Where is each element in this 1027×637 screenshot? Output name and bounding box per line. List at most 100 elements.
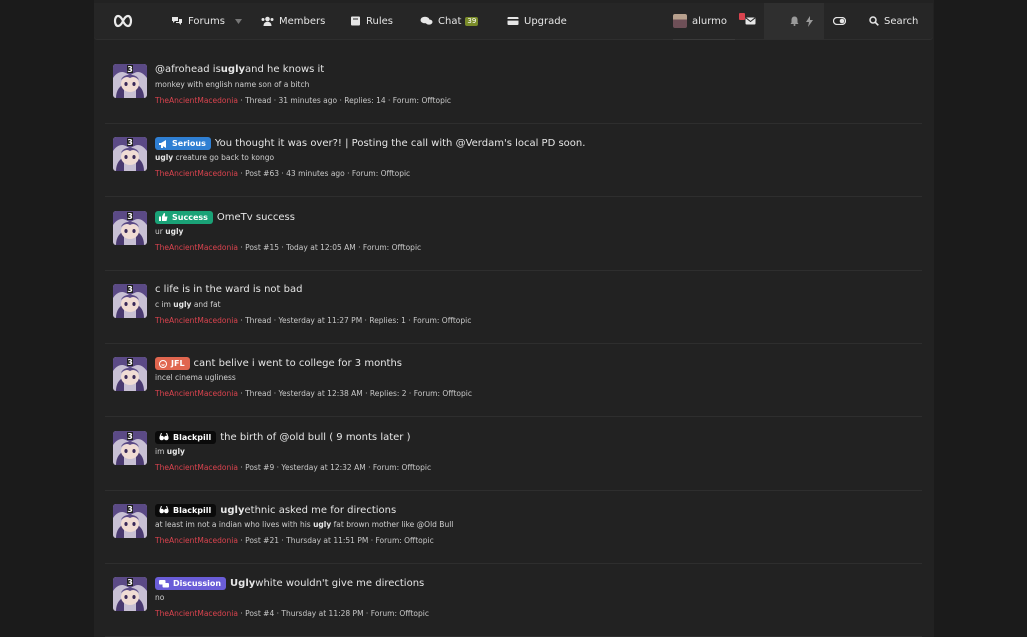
result-meta: TheAncientMacedonia · Post #21 · Thursda… <box>155 536 434 545</box>
author-link[interactable]: TheAncientMacedonia <box>155 243 238 252</box>
result-snippet: incel cinema ugliness <box>155 373 236 382</box>
nav-chat-label: Chat <box>438 15 462 27</box>
prefix-tag-discussion[interactable]: Discussion <box>155 577 227 591</box>
svg-text:3: 3 <box>127 212 133 221</box>
author-link[interactable]: TheAncientMacedonia <box>155 316 238 325</box>
author-avatar[interactable]: 3 <box>113 430 147 465</box>
result-title-link[interactable]: Serious You thought it was over?! | Post… <box>155 137 585 151</box>
author-avatar[interactable]: 3 <box>113 503 147 538</box>
search-result: 3 @afrohead is ugly and he knows it monk… <box>105 50 922 124</box>
thumbs-up-icon <box>159 213 168 222</box>
nav-upgrade[interactable]: Upgrade <box>507 3 567 39</box>
title-highlight: Ugly <box>230 578 256 590</box>
prefix-tag-label: JFL <box>171 359 185 369</box>
meta-details: · Thread · 31 minutes ago · Replies: 14 … <box>237 96 452 105</box>
anime-avatar-image: 3 <box>113 357 147 392</box>
author-link[interactable]: TheAncientMacedonia <box>155 169 238 178</box>
title-text: OmeTv success <box>216 211 295 223</box>
search-result: 3 Discussion Ugly white wouldn't give me… <box>105 563 922 637</box>
result-snippet: ur ugly <box>155 227 183 236</box>
result-title-link[interactable]: Discussion Ugly white wouldn't give me d… <box>155 577 425 591</box>
prefix-tag-blackpill[interactable]: Blackpill <box>155 430 217 444</box>
prefix-tag-serious[interactable]: Serious <box>155 137 211 151</box>
svg-text:3: 3 <box>127 358 133 367</box>
author-link[interactable]: TheAncientMacedonia <box>155 389 238 398</box>
result-snippet: monkey with english name son of a bitch <box>155 80 309 89</box>
result-snippet: no <box>155 593 164 602</box>
anime-avatar-image: 3 <box>113 430 147 465</box>
prefix-tag-success[interactable]: Success <box>155 210 213 224</box>
title-text: @afrohead is <box>155 64 221 75</box>
author-link[interactable]: TheAncientMacedonia <box>155 463 238 472</box>
snippet-highlight: ugly <box>166 446 185 456</box>
snippet-text: incel cinema ugliness <box>155 373 236 383</box>
prefix-tag-label: Serious <box>172 139 206 149</box>
meta-details: · Post #63 · 43 minutes ago · Forum: Off… <box>237 169 411 179</box>
title-text-rest: white wouldn't give me directions <box>255 578 425 590</box>
search-button[interactable]: Search <box>869 3 918 39</box>
author-link[interactable]: TheAncientMacedonia <box>155 536 238 545</box>
search-result: 3 JFL cant belive i went to college for … <box>105 343 922 418</box>
result-meta: TheAncientMacedonia · Post #63 · 43 minu… <box>155 169 410 178</box>
prefix-tag-jfl[interactable]: JFL <box>155 357 190 371</box>
nav-members[interactable]: Members <box>261 3 325 39</box>
result-title-link[interactable]: Blackpill the birth of @old bull ( 9 mon… <box>155 430 411 444</box>
author-avatar[interactable]: 3 <box>113 577 147 612</box>
result-meta: TheAncientMacedonia · Thread · Yesterday… <box>155 316 471 325</box>
account-menu[interactable]: alurmo <box>673 3 735 40</box>
prefix-tag-label: Success <box>172 212 208 222</box>
result-title-link[interactable]: JFL cant belive i went to college for 3 … <box>155 357 402 371</box>
prefix-tag-blackpill[interactable]: Blackpill <box>155 503 217 517</box>
meta-details: · Post #9 · Yesterday at 12:32 AM · Foru… <box>237 462 432 472</box>
nav-rules-label: Rules <box>366 15 393 27</box>
snippet-text-rest: creature go back to kongo <box>173 153 275 163</box>
author-avatar[interactable]: 3 <box>113 210 147 245</box>
svg-text:3: 3 <box>127 65 133 74</box>
meta-details: · Post #21 · Thursday at 11:51 PM · Foru… <box>237 535 434 545</box>
nav-chat[interactable]: Chat 39 <box>420 3 479 39</box>
nav-forums[interactable]: Forums <box>171 3 225 39</box>
meta-details: · Post #4 · Thursday at 11:28 PM · Forum… <box>237 609 429 619</box>
nav-rules[interactable]: Rules <box>350 3 393 39</box>
author-avatar[interactable]: 3 <box>113 283 147 318</box>
author-avatar[interactable]: 3 <box>113 357 147 392</box>
comments-icon <box>159 579 169 588</box>
anime-avatar-image: 3 <box>113 503 147 538</box>
result-title-link[interactable]: Blackpill ugly ethnic asked me for direc… <box>155 503 396 517</box>
result-title-link[interactable]: @afrohead is ugly and he knows it <box>155 64 324 75</box>
snippet-highlight: ugly <box>165 226 184 236</box>
author-link[interactable]: TheAncientMacedonia <box>155 96 238 105</box>
site-logo-icon[interactable] <box>112 12 134 30</box>
meta-details: · Post #15 · Today at 12:05 AM · Forum: … <box>237 242 422 252</box>
result-meta: TheAncientMacedonia · Thread · 31 minute… <box>155 96 451 105</box>
whats-new-button[interactable] <box>794 3 824 39</box>
search-result: 3 c life is in the ward is not bad c im … <box>105 270 922 344</box>
anime-avatar-image: 3 <box>113 137 147 172</box>
search-result: 3 Serious You thought it was over?! | Po… <box>105 123 922 198</box>
author-avatar[interactable]: 3 <box>113 137 147 172</box>
svg-text:3: 3 <box>127 285 133 294</box>
result-title-link[interactable]: c life is in the ward is not bad <box>155 284 302 295</box>
snippet-text: c im <box>155 299 174 309</box>
prefix-tag-label: Discussion <box>173 579 222 589</box>
chat-count-badge: 39 <box>465 16 479 26</box>
svg-text:3: 3 <box>127 505 133 514</box>
snippet-text: ur <box>155 226 166 236</box>
inbox-button[interactable] <box>735 3 765 39</box>
snippet-highlight: ugly <box>155 153 174 163</box>
comments-icon <box>172 17 182 25</box>
theme-toggle-button[interactable] <box>824 3 854 39</box>
search-icon <box>869 16 879 26</box>
author-link[interactable]: TheAncientMacedonia <box>155 609 238 618</box>
result-title-link[interactable]: Success OmeTv success <box>155 210 295 224</box>
top-navbar: Forums Members Rules Chat 39 Upgrade alu… <box>94 3 933 40</box>
title-text: c life is in the ward is not bad <box>155 283 303 295</box>
search-result: 3 Blackpill the birth of @old bull ( 9 m… <box>105 417 922 491</box>
author-avatar[interactable]: 3 <box>113 64 147 98</box>
snippet-text: at least im not a indian who lives with … <box>155 519 314 529</box>
forums-dropdown-toggle[interactable] <box>231 11 245 31</box>
result-snippet: ugly creature go back to kongo <box>155 153 274 162</box>
meta-details: · Thread · Yesterday at 12:38 AM · Repli… <box>237 389 472 399</box>
title-text-rest: and he knows it <box>245 64 325 75</box>
credit-card-icon <box>507 17 519 25</box>
